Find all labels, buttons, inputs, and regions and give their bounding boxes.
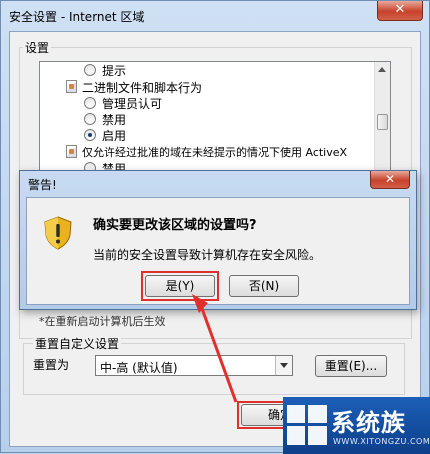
security-level-dropdown[interactable]: 中-高 (默认值) (95, 355, 293, 376)
setting-option-label: 启用 (102, 129, 127, 143)
reset-group-label: 重置自定义设置 (33, 335, 122, 352)
reset-to-label: 重置为 (33, 358, 70, 372)
script-settings-icon (66, 145, 77, 158)
watermark-domain: WWW.XITONGZU.COM (333, 437, 430, 446)
chevron-down-icon[interactable] (275, 356, 292, 375)
windows-logo-icon (287, 405, 327, 445)
no-button[interactable]: 否(N) (229, 275, 299, 297)
script-settings-icon (66, 80, 77, 93)
dialog-body: 确实要更改该区域的设置吗? 当前的安全设置导致计算机存在安全风险。 是(Y) 否… (26, 197, 410, 305)
dialog-close-button[interactable]: ✕ (370, 171, 410, 189)
security-level-value: 中-高 (默认值) (100, 361, 178, 375)
dialog-message: 当前的安全设置导致计算机存在安全风险。 (93, 248, 322, 262)
watermark-brand: 系统族 (331, 409, 406, 437)
dialog-title: 警告! (28, 178, 57, 192)
setting-section-label: 仅允许经过批准的域在未经提示的情况下使用 ActiveX (82, 146, 348, 159)
warning-shield-icon (44, 216, 72, 250)
radio-button-selected[interactable] (84, 129, 96, 141)
settings-group-label: 设置 (23, 39, 52, 56)
restart-note: *在重新启动计算机后生效 (39, 315, 166, 328)
setting-option-label: 管理员认可 (102, 97, 163, 111)
dialog-question: 确实要更改该区域的设置吗? (93, 218, 257, 233)
setting-section-label: 二进制文件和脚本行为 (82, 81, 203, 95)
reset-button[interactable]: 重置(E)... (315, 355, 387, 377)
scroll-up-arrow-icon[interactable] (378, 67, 386, 72)
radio-button[interactable] (84, 64, 96, 76)
window-title: 安全设置 - Internet 区域 (9, 10, 145, 24)
radio-button[interactable] (84, 113, 96, 125)
scrollbar-thumb[interactable] (377, 114, 388, 130)
setting-option-label: 禁用 (102, 113, 127, 127)
vertical-scrollbar[interactable] (374, 62, 390, 178)
setting-option-label: 提示 (102, 64, 127, 78)
settings-list[interactable]: 提示 二进制文件和脚本行为 管理员认可 禁用 启用 仅允许经过批准的域在未经提示… (39, 61, 391, 179)
watermark-logo: 系统族 WWW.XITONGZU.COM (283, 397, 430, 454)
warning-dialog: 警告! ✕ 确实要更改该区域的设置吗? 当前的安全设置导致计算机存在安全风险。 … (19, 170, 417, 310)
yes-button-highlight (141, 271, 219, 301)
radio-button[interactable] (84, 97, 96, 109)
title-bar: 安全设置 - Internet 区域 ✕ (1, 1, 429, 31)
window-close-button[interactable]: ✕ (377, 1, 423, 21)
